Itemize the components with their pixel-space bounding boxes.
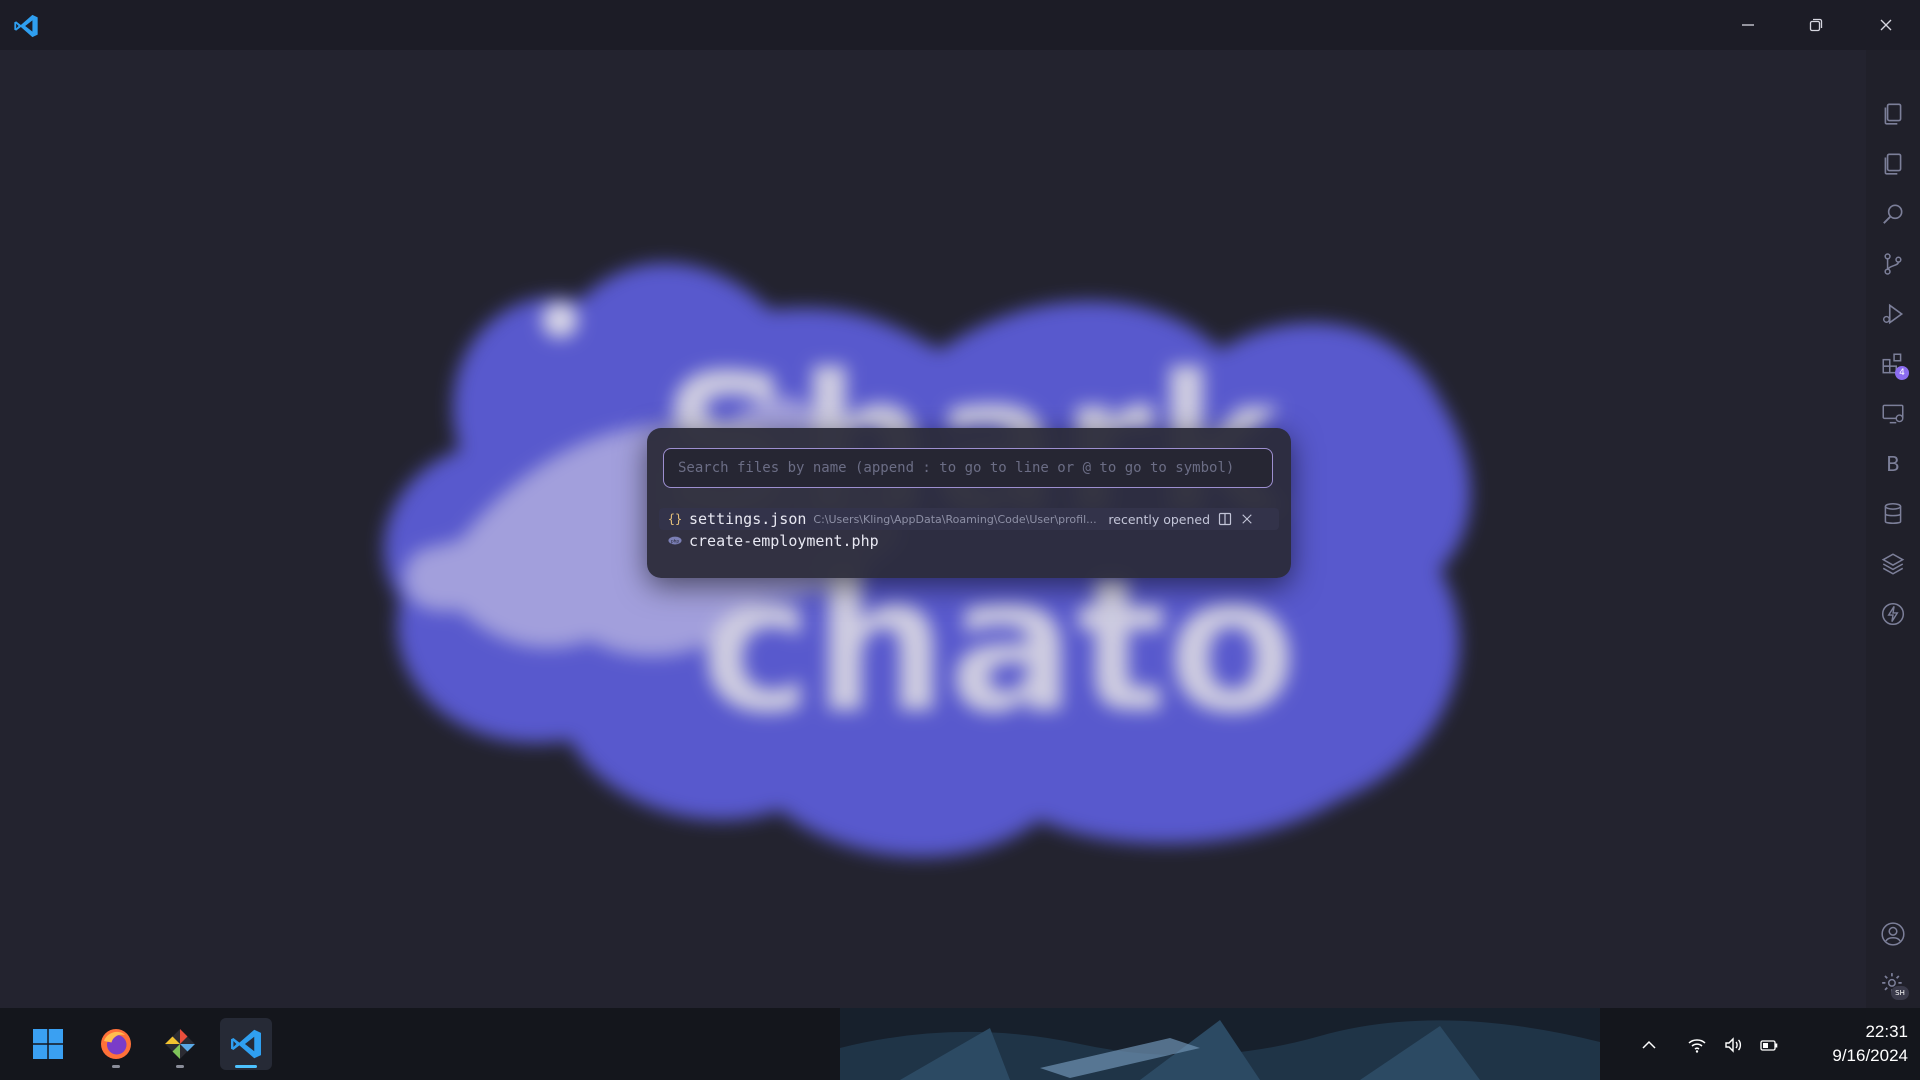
windows-start-icon (33, 1029, 63, 1059)
clock-date: 9/16/2024 (1832, 1046, 1908, 1065)
running-indicator (176, 1065, 184, 1068)
git-icon (165, 1029, 195, 1059)
active-indicator (235, 1065, 257, 1068)
result-row-settings-json[interactable]: {} settings.json C:\Users\Kling\AppData\… (659, 508, 1279, 530)
restore-icon (1809, 18, 1823, 32)
wifi-icon[interactable] (1686, 1034, 1708, 1056)
battery-icon[interactable] (1758, 1034, 1780, 1056)
running-indicator (112, 1065, 120, 1068)
php-icon: php (667, 534, 683, 548)
chevron-up-icon[interactable] (1638, 1034, 1660, 1056)
settings-profile-badge: SH (1891, 986, 1909, 1000)
layers-icon[interactable] (1879, 550, 1907, 578)
source-control-icon[interactable] (1879, 250, 1907, 278)
search-icon[interactable] (1879, 200, 1907, 228)
run-debug-icon[interactable] (1879, 300, 1907, 328)
restore-button[interactable] (1782, 0, 1850, 50)
b-icon[interactable]: B (1879, 450, 1907, 478)
settings-gear-icon[interactable]: SH (1879, 970, 1909, 1000)
quick-open-search-input[interactable] (663, 448, 1273, 488)
extensions-icon[interactable]: 4 (1879, 350, 1909, 380)
volume-icon[interactable] (1722, 1034, 1744, 1056)
database-icon[interactable] (1879, 500, 1907, 528)
svg-text:php: php (671, 538, 680, 544)
close-button[interactable] (1852, 0, 1920, 50)
taskbar-clock[interactable]: 22:31 9/16/2024 (1790, 1020, 1908, 1068)
recently-opened-label: recently opened (1108, 511, 1211, 527)
json-braces-icon: {} (667, 512, 683, 526)
close-icon (1880, 19, 1892, 31)
vscode-icon (231, 1029, 261, 1059)
copy-icon[interactable] (1879, 150, 1907, 178)
title-bar (0, 0, 1920, 50)
extensions-badge: 4 (1895, 366, 1909, 380)
explorer-icon[interactable] (1879, 100, 1907, 128)
firefox-icon (101, 1029, 131, 1059)
clock-time: 22:31 (1865, 1022, 1908, 1041)
firefox-taskbar-button[interactable] (90, 1018, 142, 1070)
open-to-side-icon[interactable] (1218, 512, 1232, 526)
taskbar: 22:31 9/16/2024 (0, 1008, 1920, 1080)
result-file-path: C:\Users\Kling\AppData\Roaming\Code\User… (813, 512, 1097, 526)
wallpaper-strip (840, 1008, 1600, 1080)
remote-explorer-icon[interactable] (1879, 400, 1907, 428)
account-icon[interactable] (1879, 920, 1907, 948)
windows-start-button[interactable] (22, 1018, 74, 1070)
quick-open-palette: {} settings.json C:\Users\Kling\AppData\… (647, 428, 1291, 578)
vscode-icon[interactable] (12, 12, 40, 40)
minimize-icon (1742, 24, 1754, 26)
result-row-create-employment-php[interactable]: php create-employment.php (659, 530, 1279, 552)
vscode-taskbar-button[interactable] (220, 1018, 272, 1070)
result-file-name: settings.json (689, 510, 807, 528)
git-taskbar-button[interactable] (154, 1018, 206, 1070)
remove-from-recent-icon[interactable] (1240, 512, 1254, 526)
activity-bar: 4 B SH (1866, 50, 1920, 1008)
result-file-name: create-employment.php (689, 532, 879, 550)
minimize-button[interactable] (1714, 0, 1782, 50)
lightning-icon[interactable] (1879, 600, 1907, 628)
